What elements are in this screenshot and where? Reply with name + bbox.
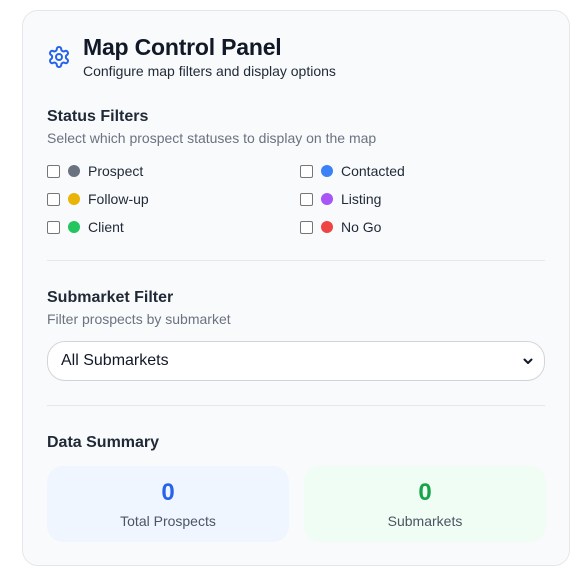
filter-listing[interactable]: Listing xyxy=(300,189,381,209)
filter-label: Follow-up xyxy=(88,191,149,207)
filter-client[interactable]: Client xyxy=(47,217,124,237)
submarket-select[interactable]: All Submarkets xyxy=(47,341,545,381)
checkbox[interactable] xyxy=(300,220,313,234)
status-dot-purple xyxy=(321,193,333,205)
filter-label: Prospect xyxy=(88,163,144,179)
status-dot-yellow xyxy=(68,193,80,205)
filter-no-go[interactable]: No Go xyxy=(300,217,381,237)
filter-contacted[interactable]: Contacted xyxy=(300,161,405,181)
section-divider xyxy=(47,405,545,406)
status-dot-red xyxy=(321,221,333,233)
checkbox[interactable] xyxy=(47,164,60,178)
checkbox[interactable] xyxy=(300,164,313,178)
filter-prospect[interactable]: Prospect xyxy=(47,161,143,181)
status-filters-description: Select which prospect statuses to displa… xyxy=(47,130,377,146)
filter-label: Client xyxy=(88,219,124,235)
submarket-filter-title: Submarket Filter xyxy=(47,289,174,306)
checkbox[interactable] xyxy=(47,220,60,234)
checkbox[interactable] xyxy=(47,192,60,206)
filter-follow-up[interactable]: Follow-up xyxy=(47,189,149,209)
page-subtitle: Configure map filters and display option… xyxy=(83,63,336,79)
submarket-select-value: All Submarkets xyxy=(61,352,169,369)
total-prospects-label: Total Prospects xyxy=(120,513,216,529)
total-prospects-value: 0 xyxy=(161,479,175,506)
status-dot-gray xyxy=(68,165,80,177)
filter-label: No Go xyxy=(341,219,382,235)
data-summary-title: Data Summary xyxy=(47,434,160,451)
submarkets-value: 0 xyxy=(418,479,432,506)
map-control-panel: Map Control Panel Configure map filters … xyxy=(22,10,570,566)
section-divider xyxy=(47,260,545,261)
panel-header: Map Control Panel Configure map filters … xyxy=(47,33,336,80)
submarkets-card: 0 Submarkets xyxy=(304,466,546,542)
total-prospects-card: 0 Total Prospects xyxy=(47,466,289,542)
page-title: Map Control Panel xyxy=(83,34,282,60)
filter-label: Listing xyxy=(341,191,382,207)
gear-icon xyxy=(49,46,69,68)
status-filters-title: Status Filters xyxy=(47,108,149,125)
filter-label: Contacted xyxy=(341,163,405,179)
status-dot-green xyxy=(68,221,80,233)
chevron-down-icon xyxy=(523,358,533,364)
submarkets-label: Submarkets xyxy=(387,513,463,529)
submarket-filter-description: Filter prospects by submarket xyxy=(47,311,231,327)
checkbox[interactable] xyxy=(300,192,313,206)
status-dot-blue xyxy=(321,165,333,177)
